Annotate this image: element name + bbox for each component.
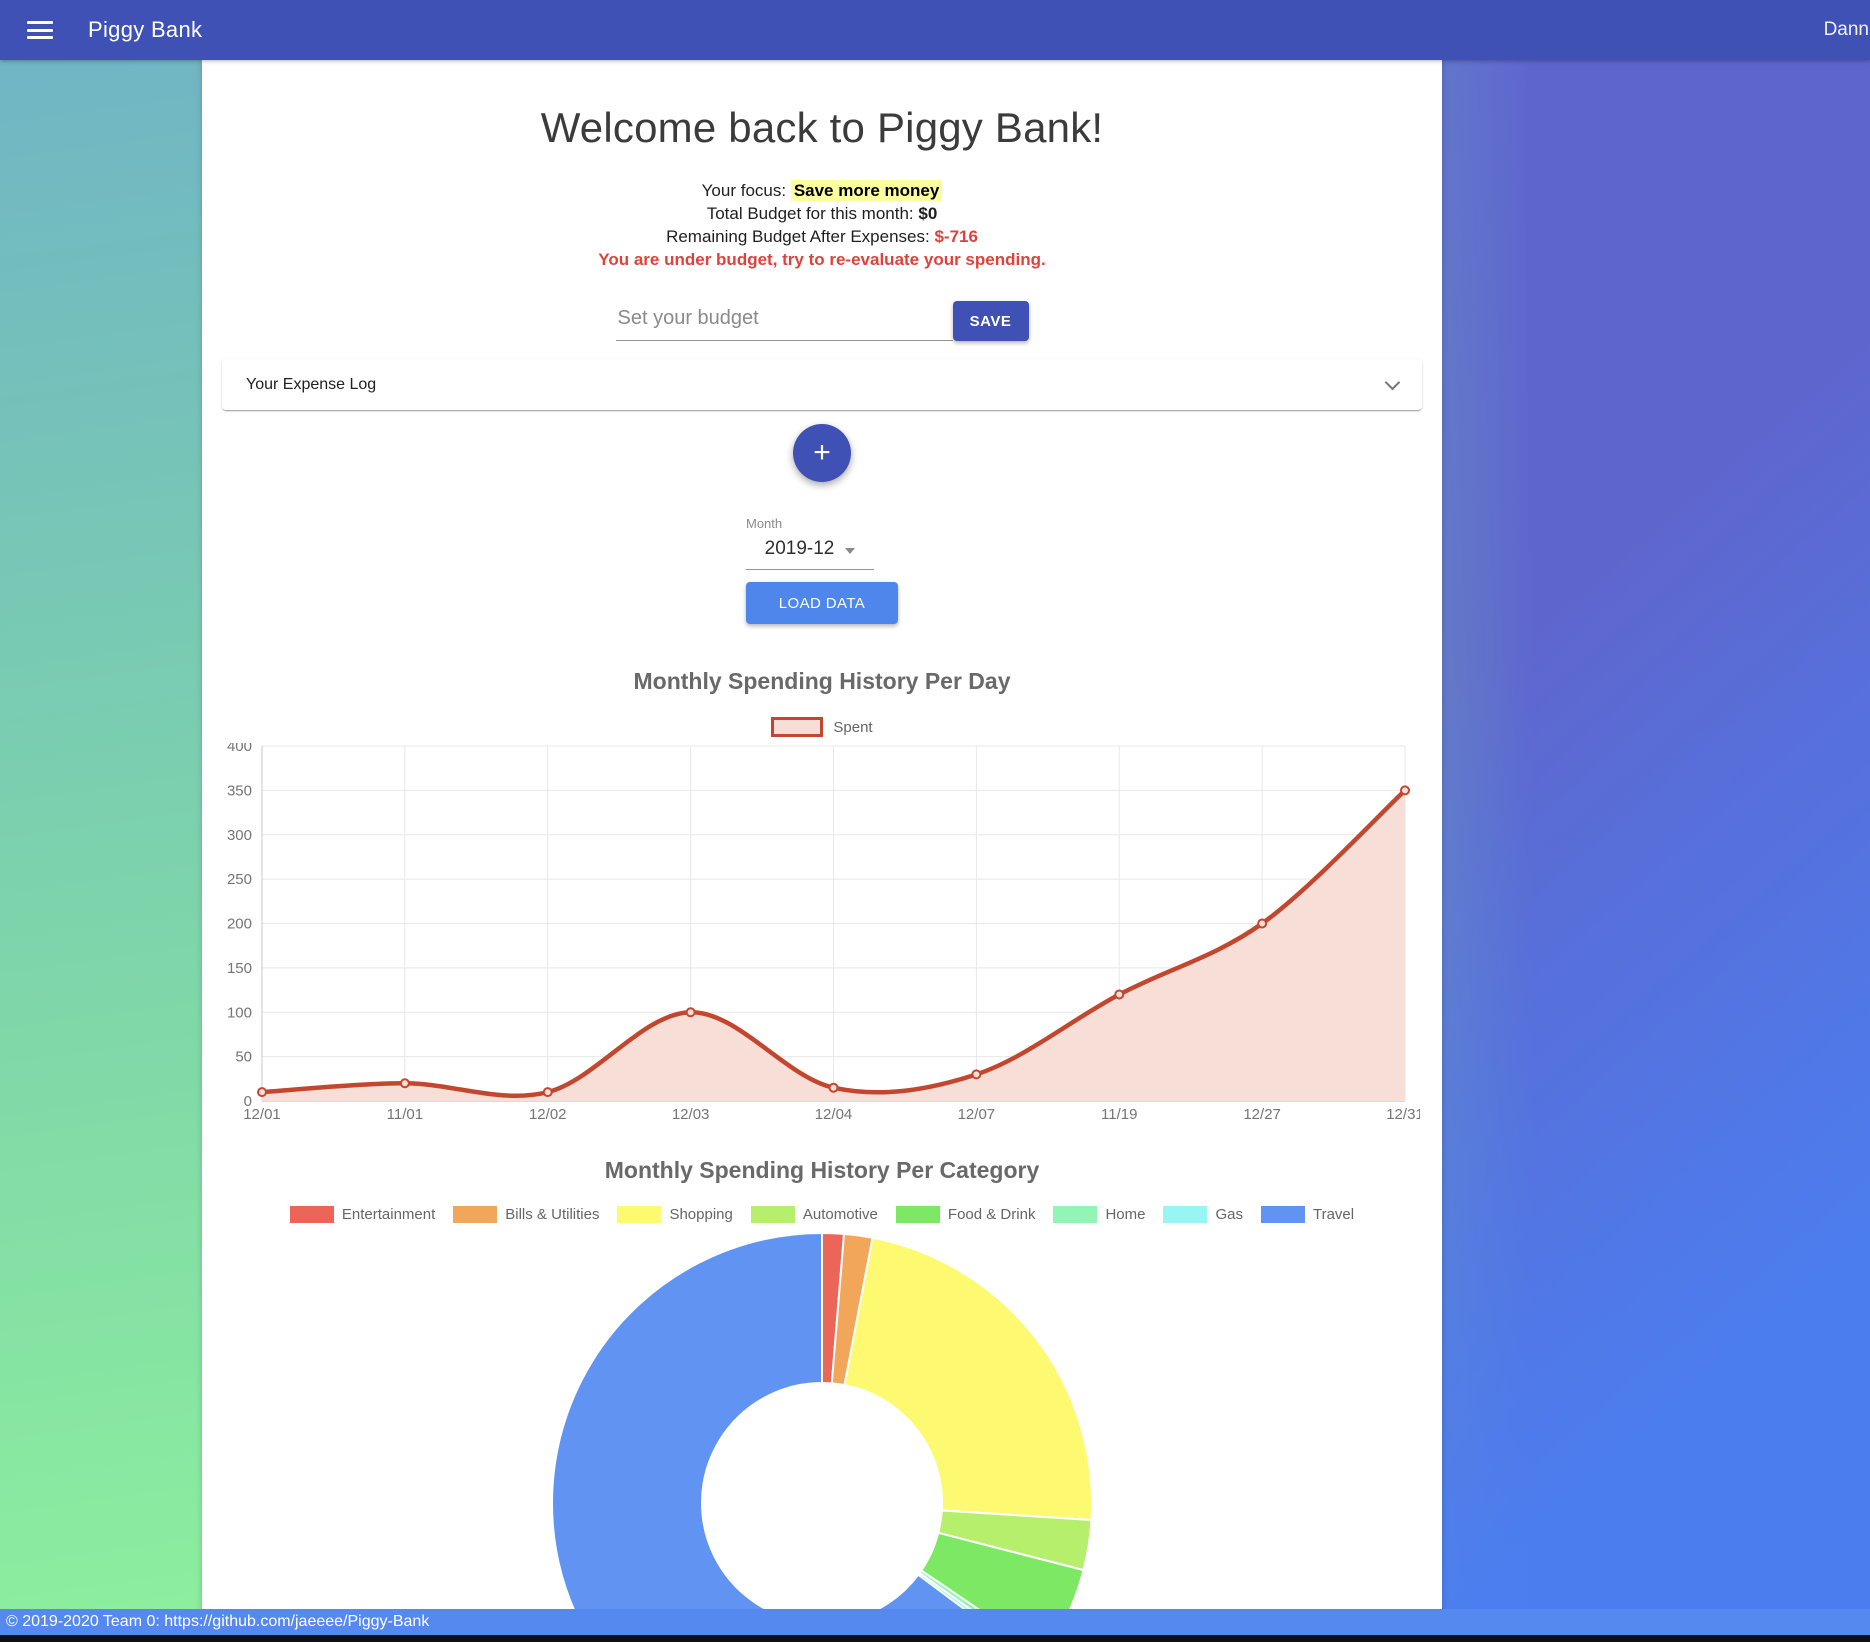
expense-log-title: Your Expense Log bbox=[246, 376, 376, 394]
total-budget-line: Total Budget for this month: $0 bbox=[202, 202, 1442, 225]
footer-text: © 2019-2020 Team 0: https://github.com/j… bbox=[0, 1609, 1870, 1635]
legend-swatch bbox=[617, 1206, 661, 1223]
legend-item[interactable]: Entertainment bbox=[290, 1206, 435, 1223]
spending-line-chart: 05010015020025030035040012/0111/0112/021… bbox=[210, 743, 1420, 1123]
line-chart-legend[interactable]: Spent bbox=[202, 717, 1442, 737]
svg-text:400: 400 bbox=[227, 743, 252, 755]
legend-label: Automotive bbox=[803, 1206, 878, 1223]
legend-label: Bills & Utilities bbox=[505, 1206, 599, 1223]
svg-text:50: 50 bbox=[235, 1049, 252, 1066]
svg-text:250: 250 bbox=[227, 871, 252, 888]
total-budget-value: $0 bbox=[918, 204, 937, 223]
footer-dark-strip bbox=[0, 1635, 1870, 1642]
budget-input[interactable] bbox=[616, 303, 953, 341]
budget-form: SAVE bbox=[202, 301, 1442, 341]
legend-swatch bbox=[453, 1206, 497, 1223]
menu-icon[interactable] bbox=[27, 21, 53, 39]
legend-swatch bbox=[290, 1206, 334, 1223]
svg-text:200: 200 bbox=[227, 916, 252, 933]
page-footer: © 2019-2020 Team 0: https://github.com/j… bbox=[0, 1609, 1870, 1642]
svg-text:12/27: 12/27 bbox=[1243, 1106, 1281, 1123]
expense-log-panel[interactable]: Your Expense Log bbox=[222, 359, 1422, 410]
focus-line: Your focus: Save more money bbox=[202, 179, 1442, 202]
budget-summary: Your focus: Save more money Total Budget… bbox=[202, 179, 1442, 271]
legend-label: Gas bbox=[1215, 1206, 1243, 1223]
remaining-budget-value: $-716 bbox=[934, 227, 977, 246]
legend-label: Food & Drink bbox=[948, 1206, 1036, 1223]
legend-swatch bbox=[1261, 1206, 1305, 1223]
legend-item[interactable]: Automotive bbox=[751, 1206, 878, 1223]
focus-highlight: Save more money bbox=[791, 180, 943, 201]
svg-text:12/07: 12/07 bbox=[958, 1106, 996, 1123]
legend-swatch bbox=[1163, 1206, 1207, 1223]
remaining-budget-line: Remaining Budget After Expenses: $-716 bbox=[202, 225, 1442, 248]
user-name[interactable]: Dann bbox=[1824, 19, 1869, 41]
legend-label: Home bbox=[1105, 1206, 1145, 1223]
svg-text:11/19: 11/19 bbox=[1101, 1106, 1137, 1123]
svg-text:12/03: 12/03 bbox=[672, 1106, 710, 1123]
save-button[interactable]: SAVE bbox=[953, 301, 1029, 341]
legend-label: Entertainment bbox=[342, 1206, 435, 1223]
legend-swatch bbox=[896, 1206, 940, 1223]
legend-swatch bbox=[1053, 1206, 1097, 1223]
legend-item[interactable]: Food & Drink bbox=[896, 1206, 1036, 1223]
category-doughnut-chart bbox=[472, 1232, 1172, 1642]
main-card: Welcome back to Piggy Bank! Your focus: … bbox=[202, 60, 1442, 1642]
svg-text:11/01: 11/01 bbox=[387, 1106, 423, 1123]
legend-item[interactable]: Travel bbox=[1261, 1206, 1354, 1223]
plus-icon: + bbox=[813, 436, 831, 470]
svg-text:12/01: 12/01 bbox=[243, 1106, 281, 1123]
month-select[interactable]: 2019-12 bbox=[746, 534, 874, 570]
month-label: Month bbox=[746, 516, 898, 531]
svg-text:12/31: 12/31 bbox=[1386, 1106, 1420, 1123]
load-data-button[interactable]: LOAD DATA bbox=[746, 582, 898, 624]
legend-label: Spent bbox=[833, 719, 872, 736]
month-select-value: 2019-12 bbox=[765, 538, 835, 560]
legend-item[interactable]: Gas bbox=[1163, 1206, 1243, 1223]
legend-item[interactable]: Home bbox=[1053, 1206, 1145, 1223]
legend-label: Travel bbox=[1313, 1206, 1354, 1223]
caret-down-icon bbox=[845, 548, 855, 554]
month-picker: Month 2019-12 LOAD DATA bbox=[746, 516, 898, 624]
svg-text:150: 150 bbox=[227, 960, 252, 977]
app-bar: Piggy Bank Dann bbox=[0, 0, 1870, 60]
svg-text:300: 300 bbox=[227, 827, 252, 844]
line-chart-title: Monthly Spending History Per Day bbox=[202, 668, 1442, 695]
legend-item[interactable]: Bills & Utilities bbox=[453, 1206, 599, 1223]
chevron-down-icon bbox=[1385, 374, 1401, 390]
legend-item[interactable]: Shopping bbox=[617, 1206, 732, 1223]
svg-text:100: 100 bbox=[227, 1004, 252, 1021]
add-expense-fab[interactable]: + bbox=[793, 424, 851, 482]
legend-swatch bbox=[771, 717, 823, 737]
pie-chart-title: Monthly Spending History Per Category bbox=[202, 1157, 1442, 1184]
svg-text:350: 350 bbox=[227, 782, 252, 799]
budget-warning: You are under budget, try to re-evaluate… bbox=[202, 248, 1442, 271]
svg-text:12/04: 12/04 bbox=[815, 1106, 853, 1123]
svg-text:12/02: 12/02 bbox=[529, 1106, 567, 1123]
legend-label: Shopping bbox=[669, 1206, 732, 1223]
app-title: Piggy Bank bbox=[88, 17, 202, 43]
pie-chart-legend: Entertainment Bills & Utilities Shopping Au… bbox=[202, 1206, 1442, 1223]
welcome-heading: Welcome back to Piggy Bank! bbox=[202, 104, 1442, 152]
legend-swatch bbox=[751, 1206, 795, 1223]
